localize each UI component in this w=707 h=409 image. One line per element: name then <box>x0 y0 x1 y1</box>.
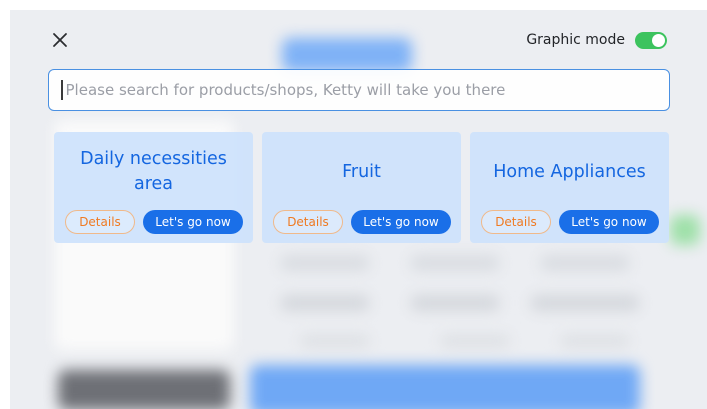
card-fruit[interactable]: Fruit Details Let's go now <box>262 132 461 243</box>
suggestion-cards: Daily necessities area Details Let's go … <box>54 132 672 243</box>
toggle-knob <box>652 33 665 47</box>
bg-row <box>540 255 630 271</box>
bg-row <box>410 295 500 311</box>
bg-footer-dark <box>58 370 230 409</box>
bg-row <box>410 255 500 271</box>
details-button[interactable]: Details <box>273 210 343 234</box>
card-title: Home Appliances <box>493 161 646 182</box>
card-home-appliances[interactable]: Home Appliances Details Let's go now <box>470 132 669 243</box>
card-title: Daily necessities area <box>80 149 227 194</box>
lets-go-now-button[interactable]: Let's go now <box>143 210 243 234</box>
bg-row <box>440 335 510 347</box>
details-button[interactable]: Details <box>65 210 135 234</box>
graphic-mode-label: Graphic mode <box>526 32 625 48</box>
bg-row <box>560 335 630 347</box>
card-title: Fruit <box>342 161 381 182</box>
graphic-mode-toggle[interactable] <box>635 31 667 49</box>
close-icon[interactable] <box>48 28 72 52</box>
bg-green-tag <box>670 215 700 245</box>
details-button[interactable]: Details <box>481 210 551 234</box>
lets-go-now-button[interactable]: Let's go now <box>559 210 659 234</box>
bg-footer-blue <box>250 365 640 409</box>
bg-row <box>280 295 370 311</box>
graphic-mode-control: Graphic mode <box>526 29 667 51</box>
lets-go-now-button[interactable]: Let's go now <box>351 210 451 234</box>
text-caret <box>61 80 63 100</box>
search-box[interactable] <box>48 69 670 111</box>
top-bar: Graphic mode <box>10 10 707 65</box>
bg-row <box>530 295 640 311</box>
bg-row <box>280 255 370 271</box>
card-daily-necessities[interactable]: Daily necessities area Details Let's go … <box>54 132 253 243</box>
overlay-panel: Graphic mode Daily necessities area Deta… <box>10 10 707 409</box>
bg-row <box>300 335 370 347</box>
search-input[interactable] <box>63 80 658 100</box>
